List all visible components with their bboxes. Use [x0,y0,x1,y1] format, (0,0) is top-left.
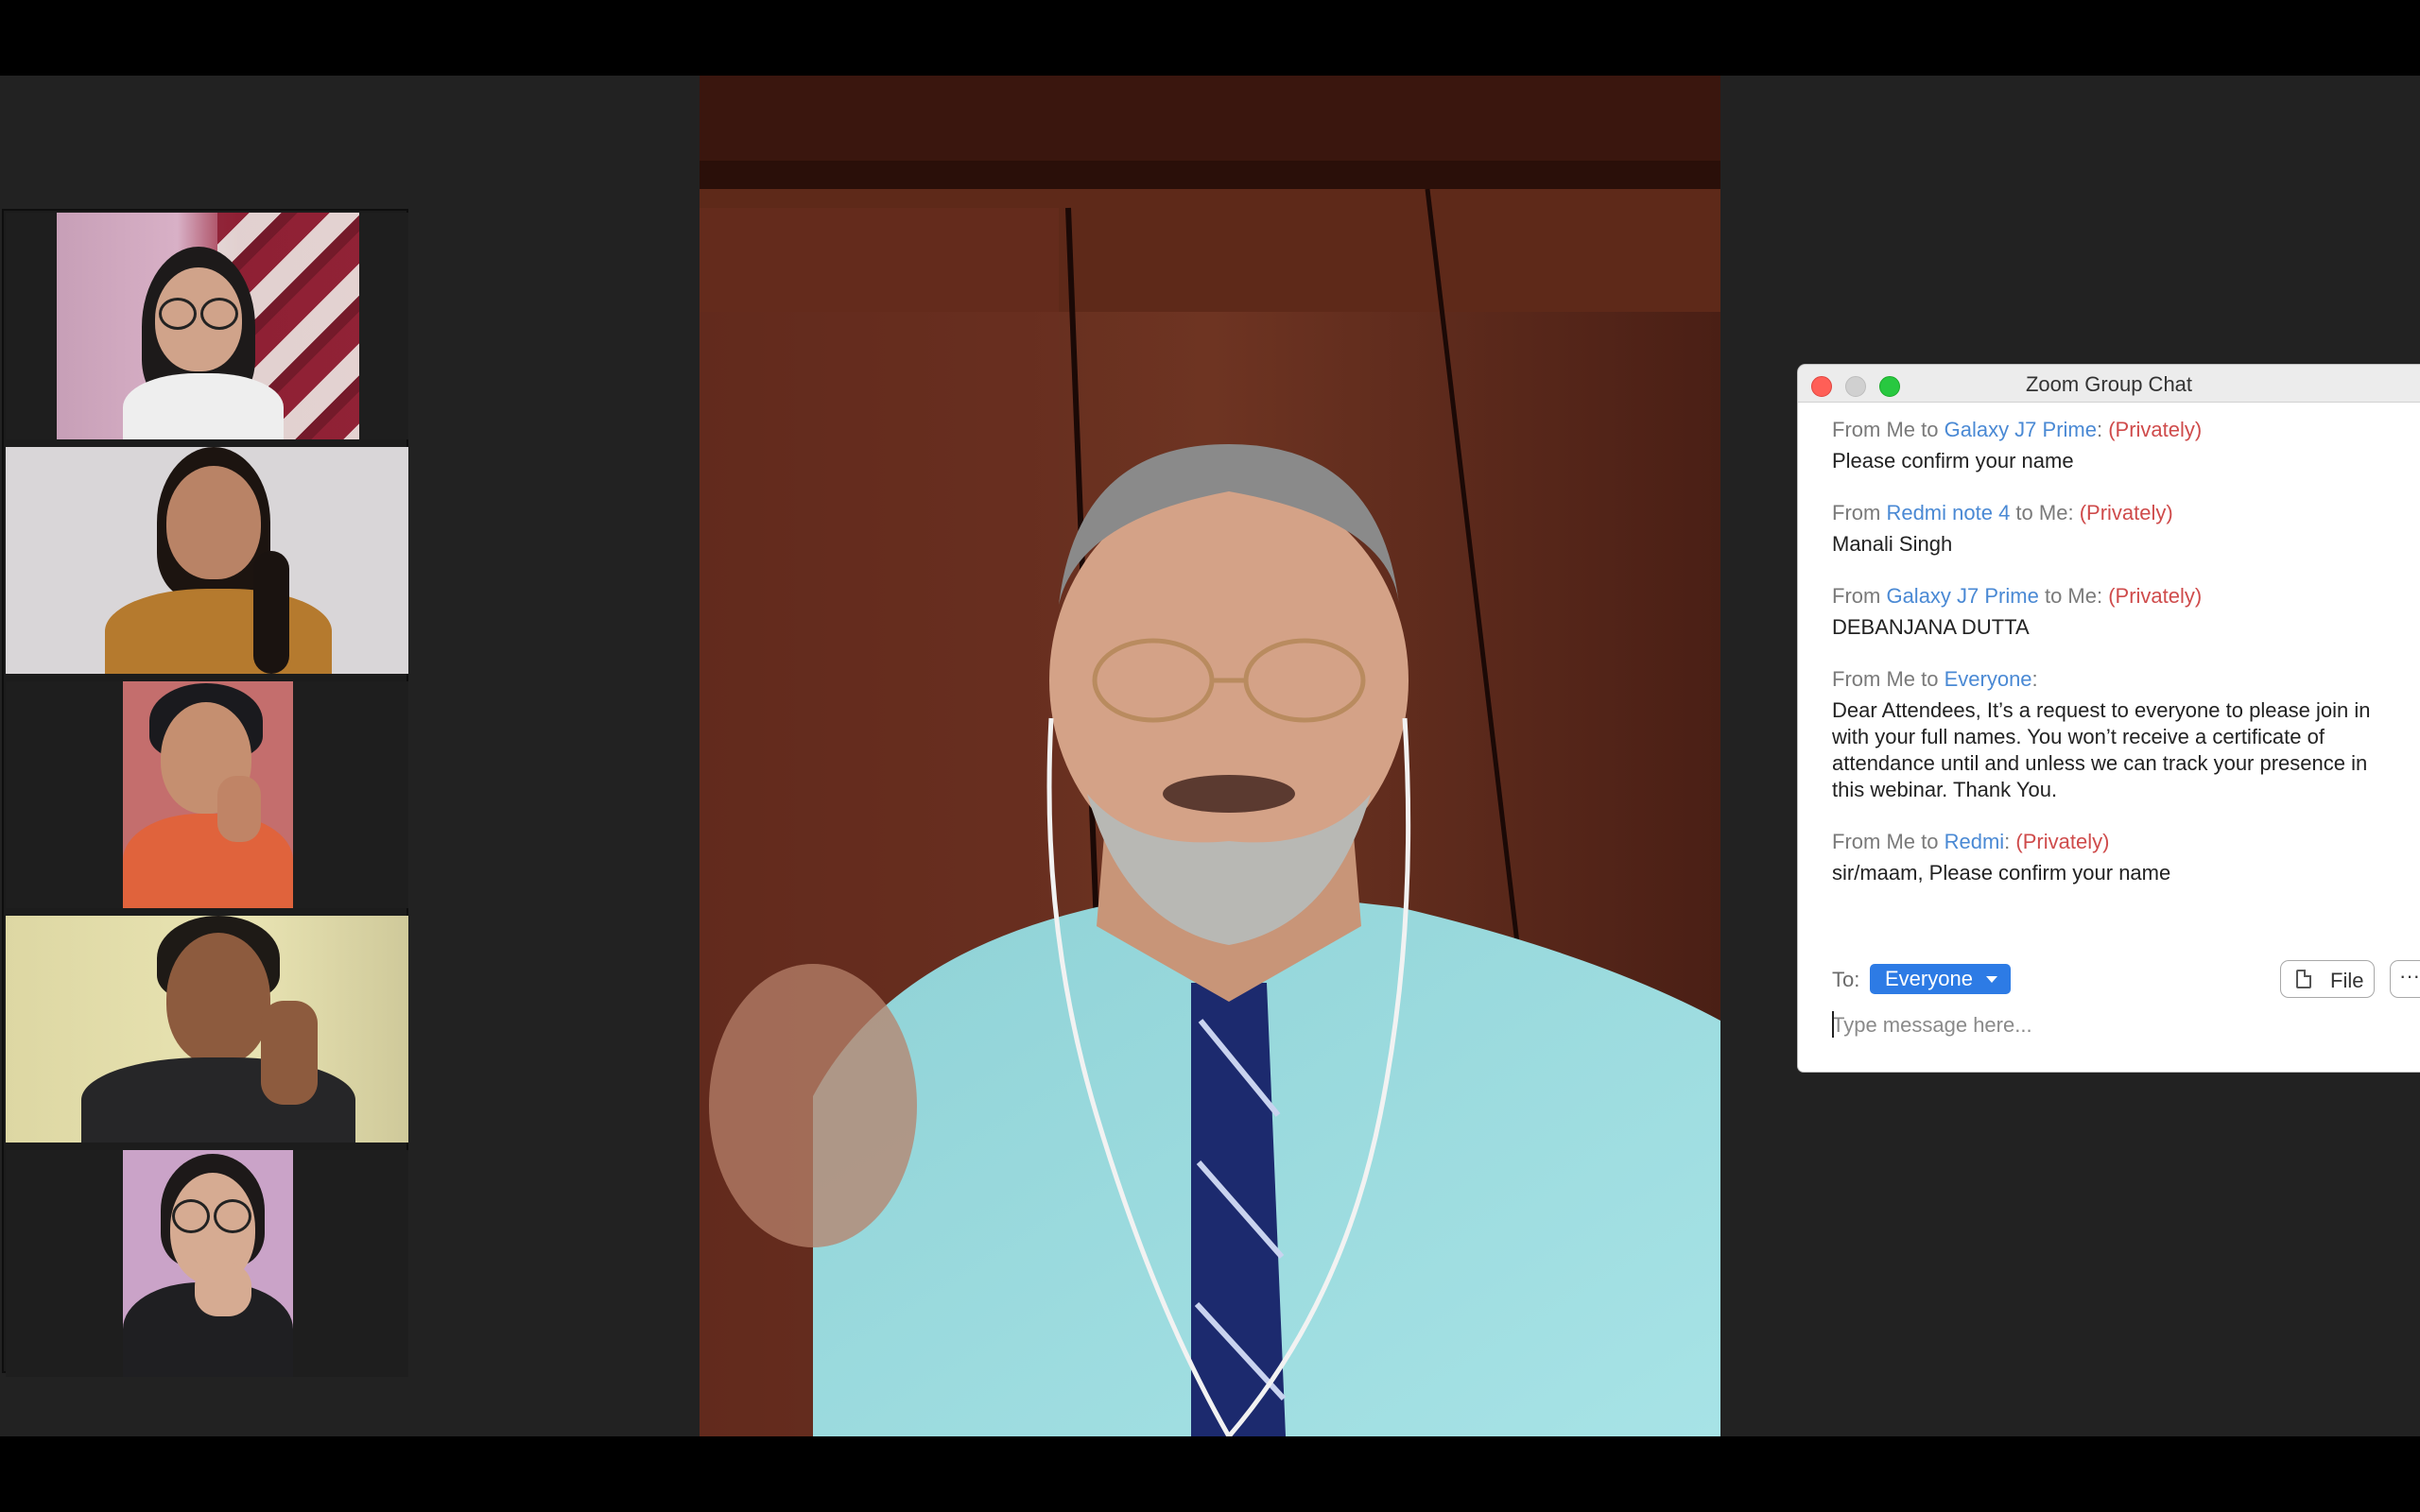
message-recipient[interactable]: Galaxy J7 Prime [1945,418,2097,441]
message-to-label: to [1915,418,1945,441]
message-recipient[interactable]: Redmi [1945,830,2005,853]
participant-video [6,916,408,1143]
message-colon: : [2031,667,2038,691]
chat-message-header: From Me to Everyone: [1832,665,2399,694]
chat-message-input[interactable] [1830,1005,2401,1045]
message-to-label: to [1915,667,1945,691]
private-tag: (Privately) [2079,501,2173,524]
participant-video-tile[interactable] [6,1150,408,1377]
message-sender: Me [1886,667,1916,691]
chat-message-text: Dear Attendees, It’s a request to everyo… [1832,698,2371,801]
message-sender: Me [1886,418,1916,441]
participant-video [6,447,408,674]
message-colon: : [2004,830,2016,853]
private-tag: (Privately) [2108,584,2203,608]
chat-window-title: Zoom Group Chat [2025,372,2193,396]
message-colon: : [2067,501,2080,524]
participant-video [123,1150,293,1377]
chat-message: From Redmi note 4 to Me: (Privately) Man… [1832,499,2399,558]
chat-recipient-row: To: Everyone File ··· [1832,960,2420,998]
participant-video-tile[interactable] [6,213,408,439]
chat-message: From Me to Galaxy J7 Prime: (Privately) … [1832,416,2399,474]
message-from-label: From [1832,830,1887,853]
chat-message-list: From Me to Galaxy J7 Prime: (Privately) … [1832,416,2399,911]
message-colon: : [2096,584,2109,608]
chat-message-text: sir/maam, Please confirm your name [1832,861,2171,885]
participant-video-tile[interactable] [6,447,408,674]
message-from-label: From [1832,584,1887,608]
chat-message-text: DEBANJANA DUTTA [1832,615,2030,639]
message-from-label: From [1832,667,1887,691]
chat-message-header: From Me to Redmi: (Privately) [1832,828,2399,856]
chat-message-text: Please confirm your name [1832,449,2074,472]
participant-video-tile[interactable] [6,916,408,1143]
bottom-letterbox [0,1436,2420,1512]
private-tag: (Privately) [2108,418,2203,441]
message-to-label: to [2010,501,2039,524]
participant-thumbnail-strip [2,209,408,1377]
chat-message-text: Manali Singh [1832,532,1953,556]
text-cursor [1832,1011,1834,1038]
active-speaker-video[interactable] [700,76,1720,1436]
top-letterbox [0,0,2420,76]
more-icon[interactable]: ··· [2390,960,2420,998]
file-button-label: File [2330,969,2364,992]
chat-message-header: From Me to Galaxy J7 Prime: (Privately) [1832,416,2399,444]
message-sender[interactable]: Redmi note 4 [1886,501,2010,524]
chat-message-header: From Galaxy J7 Prime to Me: (Privately) [1832,582,2399,610]
message-to-label: to [2038,584,2068,608]
file-button[interactable]: File [2280,960,2375,998]
dropdown-caret-icon [1985,976,1997,983]
message-recipient: Me [2067,584,2097,608]
message-to-label: to [1915,830,1945,853]
participant-video-tile[interactable] [6,681,408,908]
participant-video [57,213,359,439]
group-chat-window[interactable]: Zoom Group Chat From Me to Galaxy J7 Pri… [1798,365,2420,1072]
recipient-dropdown[interactable]: Everyone [1870,964,2011,994]
chat-message: From Galaxy J7 Prime to Me: (Privately) … [1832,582,2399,641]
to-label: To: [1832,968,1860,991]
message-recipient: Me [2038,501,2068,524]
message-sender: Me [1886,830,1916,853]
recipient-value: Everyone [1885,967,1973,990]
chat-message-header: From Redmi note 4 to Me: (Privately) [1832,499,2399,527]
message-sender[interactable]: Galaxy J7 Prime [1886,584,2038,608]
chat-message: From Me to Redmi: (Privately) sir/maam, … [1832,828,2399,886]
private-tag: (Privately) [2015,830,2110,853]
chat-title-bar[interactable]: Zoom Group Chat [1798,365,2420,403]
message-colon: : [2096,418,2109,441]
chat-message: From Me to Everyone: Dear Attendees, It’… [1832,665,2399,803]
participant-video [123,681,293,908]
file-icon [2296,970,2311,988]
message-from-label: From [1832,418,1887,441]
speaker-video-frame [700,76,1720,1436]
message-recipient[interactable]: Everyone [1945,667,2032,691]
message-from-label: From [1832,501,1887,524]
